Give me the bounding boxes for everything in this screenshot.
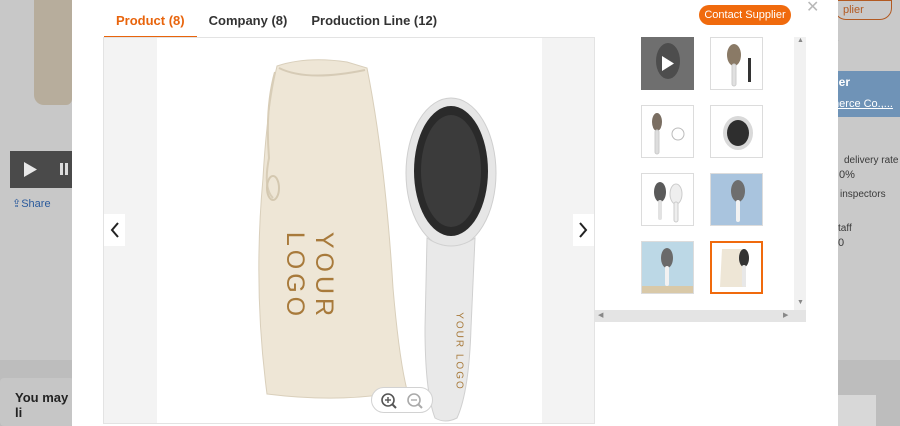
zoom-out-icon[interactable] (407, 393, 423, 409)
scroll-down-arrow[interactable]: ▼ (797, 299, 804, 306)
background-play-icon (24, 162, 68, 177)
background-you-may-like: You may li (0, 378, 74, 426)
product-gallery-modal: Product (8) Company (8) Production Line … (72, 0, 838, 426)
thumbnail-brush-with-bag[interactable] (710, 241, 763, 294)
modal-tabs: Product (8) Company (8) Production Line … (104, 0, 449, 38)
share-icon: ⇪ (12, 198, 22, 210)
background-supplier-button: plier (834, 0, 892, 20)
contact-supplier-button[interactable]: Contact Supplier (699, 5, 791, 25)
background-delivery-label: delivery rate (844, 155, 899, 166)
thumbnail-brush-blue-bg[interactable] (710, 173, 763, 226)
close-icon[interactable]: ✕ (806, 0, 819, 16)
thumbnail-horizontal-scrollbar[interactable]: ◀ ▶ (595, 310, 806, 322)
thumbnail-vertical-scrollbar[interactable]: ▲ ▼ (794, 37, 806, 310)
background-share-link: ⇪Share (12, 198, 51, 210)
thumbnail-panel: ▲ ▼ ◀ ▶ (595, 37, 806, 322)
background-supplier-banner: lier merce Co.,... (830, 71, 900, 117)
zoom-controls (371, 387, 433, 413)
tab-production-line[interactable]: Production Line (12) (299, 0, 449, 38)
thumbnail-brush-with-tag[interactable] (641, 105, 694, 158)
tab-company[interactable]: Company (8) (197, 0, 300, 38)
next-image-button[interactable] (573, 214, 594, 246)
background-staff-label: taff (838, 223, 852, 234)
zoom-in-icon[interactable] (381, 393, 397, 409)
main-image-viewer: YOUR LOGO YOUR LOGO (103, 37, 595, 424)
background-inspectors-label: inspectors (840, 189, 886, 200)
chevron-left-icon (110, 222, 119, 238)
tab-product[interactable]: Product (8) (104, 0, 197, 38)
chevron-right-icon (579, 222, 588, 238)
thumbnail-video[interactable] (641, 37, 694, 90)
background-product-image (34, 0, 72, 105)
scroll-up-arrow[interactable]: ▲ (797, 37, 804, 44)
scroll-right-arrow[interactable]: ▶ (783, 311, 788, 319)
product-photo: YOUR LOGO YOUR LOGO (157, 38, 542, 423)
scroll-left-arrow[interactable]: ◀ (598, 311, 603, 319)
background-staff-value: 0 (838, 237, 845, 249)
thumbnail-bristles-closeup[interactable] (710, 105, 763, 158)
background-right-box (838, 395, 876, 426)
thumbnail-brush-light-blue[interactable] (641, 241, 694, 294)
background-delivery-value: 0% (839, 169, 855, 181)
background-thumbnail-strip (10, 151, 72, 188)
thumbnail-brush-pair[interactable] (641, 173, 694, 226)
brush-logo-text: YOUR LOGO (453, 312, 465, 391)
previous-image-button[interactable] (104, 214, 125, 246)
thumbnail-brush-front[interactable] (710, 37, 763, 90)
bag-logo-text: YOUR LOGO (281, 231, 338, 321)
